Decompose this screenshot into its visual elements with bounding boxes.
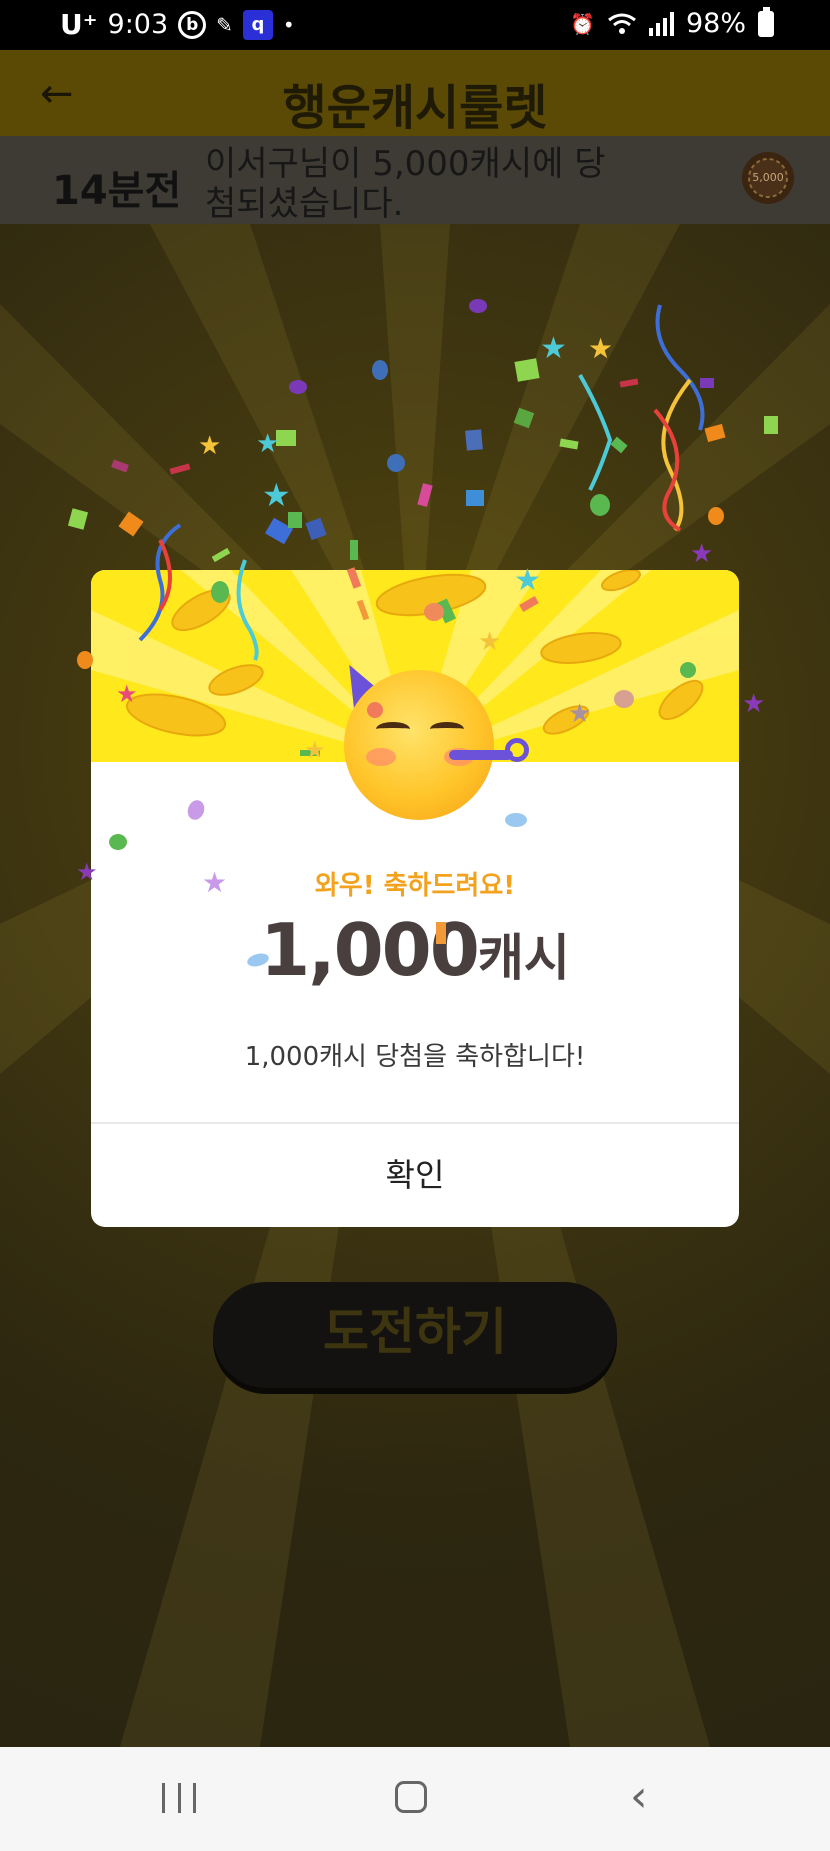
recents-icon[interactable] xyxy=(162,1783,196,1813)
party-blower-icon xyxy=(449,750,513,760)
app-header: ← 행운캐시룰렛 xyxy=(0,50,830,136)
prize-amount: 1,000캐시 xyxy=(91,908,739,992)
dialog-message: 1,000캐시 당첨을 축하합니다! xyxy=(244,1042,586,1072)
ticker-time: 14분전 xyxy=(52,168,182,214)
signal-icon xyxy=(648,11,674,36)
challenge-button[interactable]: 도전하기 xyxy=(213,1282,617,1388)
party-face-emoji-icon xyxy=(344,670,494,820)
clock: 9:03 xyxy=(107,9,169,40)
system-nav-bar: ‹ xyxy=(0,1747,830,1851)
b-app-icon: b xyxy=(178,10,207,39)
coin-badge-icon: 5,000 xyxy=(742,152,794,204)
winner-ticker: 14분전 이서구님이 5,000캐시에 당첨되셨습니다. 5,000 xyxy=(0,136,830,224)
prize-amount-number: 1,000 xyxy=(260,908,480,992)
party-blower-coil-icon xyxy=(505,738,529,762)
congrats-dialog: 와우! 축하드려요! 1,000캐시 1,000캐시 당첨을 축하합니다! 확인 xyxy=(91,570,739,1227)
battery-percent: 98% xyxy=(685,8,746,39)
status-right: ⏰ 98% xyxy=(570,6,774,39)
dialog-subtitle: 와우! 축하드려요! xyxy=(314,871,516,901)
coin-badge-label: 5,000 xyxy=(752,171,784,184)
home-icon[interactable] xyxy=(395,1781,427,1813)
confirm-button[interactable]: 확인 xyxy=(91,1124,739,1227)
carrier-label: U⁺ xyxy=(60,8,98,41)
page-title: 행운캐시룰렛 xyxy=(282,80,548,136)
q-app-icon: q xyxy=(242,9,273,40)
wifi-icon xyxy=(607,12,637,36)
ticker-message: 이서구님이 5,000캐시에 당첨되셨습니다. xyxy=(205,144,606,224)
dot-icon: • xyxy=(282,12,295,37)
alarm-icon: ⏰ xyxy=(570,11,595,36)
status-bar: U⁺ 9:03 b ✎ q • ⏰ 98% xyxy=(0,0,830,50)
prize-amount-unit: 캐시 xyxy=(477,929,570,987)
nav-back-icon[interactable]: ‹ xyxy=(630,1775,648,1819)
status-left: U⁺ 9:03 b ✎ q • xyxy=(60,8,295,41)
challenge-button-label: 도전하기 xyxy=(323,1303,507,1361)
battery-icon xyxy=(758,6,774,37)
pen-app-icon: ✎ xyxy=(216,12,233,37)
